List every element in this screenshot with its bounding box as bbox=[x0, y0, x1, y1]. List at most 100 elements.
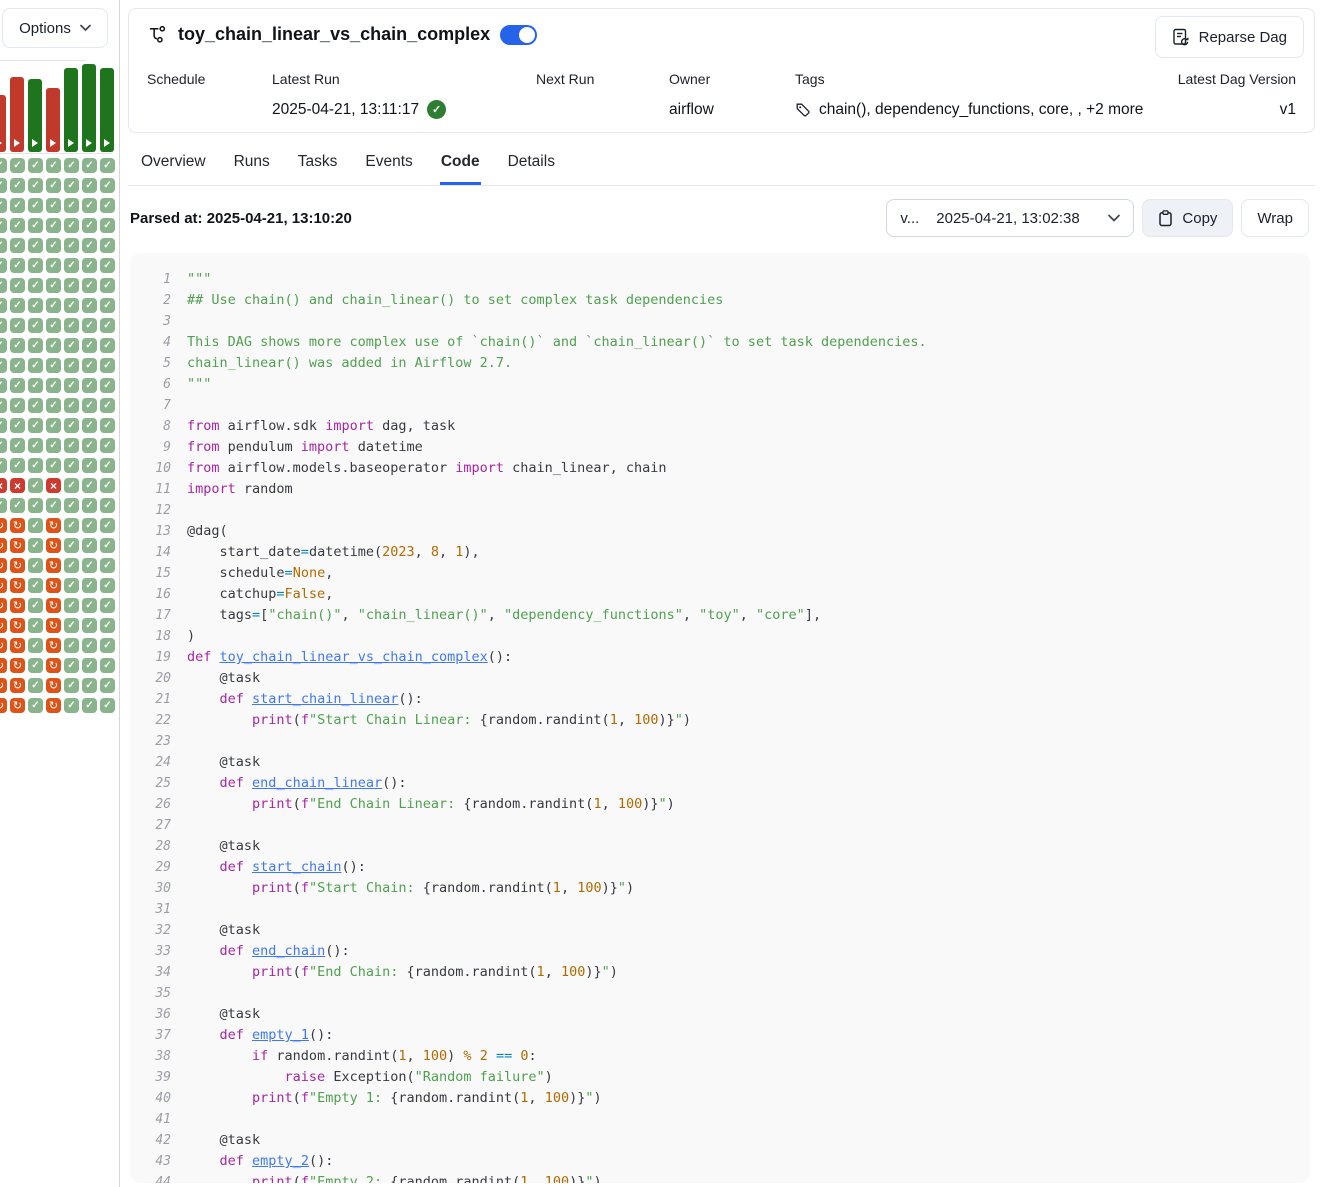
success-task-icon[interactable]: ✓ bbox=[28, 438, 43, 453]
success-task-icon[interactable]: ✓ bbox=[46, 398, 61, 413]
retry-task-icon[interactable]: ↻ bbox=[46, 578, 61, 593]
retry-task-icon[interactable]: ↻ bbox=[46, 558, 61, 573]
success-task-icon[interactable]: ✓ bbox=[0, 458, 7, 473]
success-task-icon[interactable]: ✓ bbox=[64, 338, 79, 353]
success-task-icon[interactable]: ✓ bbox=[46, 198, 61, 213]
success-task-icon[interactable]: ✓ bbox=[28, 298, 43, 313]
success-task-icon[interactable]: ✓ bbox=[82, 598, 97, 613]
success-task-icon[interactable]: ✓ bbox=[46, 178, 61, 193]
dag-version-select[interactable]: v... 2025-04-21, 13:02:38 bbox=[886, 199, 1134, 237]
success-task-icon[interactable]: ✓ bbox=[100, 178, 115, 193]
retry-task-icon[interactable]: ↻ bbox=[10, 618, 25, 633]
success-task-icon[interactable]: ✓ bbox=[28, 598, 43, 613]
success-task-icon[interactable]: ✓ bbox=[82, 498, 97, 513]
dag-run-bar[interactable] bbox=[0, 95, 6, 152]
dag-run-bar[interactable] bbox=[28, 79, 42, 152]
success-task-icon[interactable]: ✓ bbox=[0, 298, 7, 313]
success-task-icon[interactable]: ✓ bbox=[46, 318, 61, 333]
success-task-icon[interactable]: ✓ bbox=[46, 498, 61, 513]
success-task-icon[interactable]: ✓ bbox=[10, 378, 25, 393]
success-task-icon[interactable]: ✓ bbox=[10, 198, 25, 213]
success-task-icon[interactable]: ✓ bbox=[0, 498, 7, 513]
success-task-icon[interactable]: ✓ bbox=[28, 458, 43, 473]
dag-run-bar[interactable] bbox=[64, 68, 78, 152]
success-task-icon[interactable]: ✓ bbox=[46, 298, 61, 313]
success-task-icon[interactable]: ✓ bbox=[64, 438, 79, 453]
success-task-icon[interactable]: ✓ bbox=[64, 618, 79, 633]
success-task-icon[interactable]: ✓ bbox=[82, 298, 97, 313]
success-task-icon[interactable]: ✓ bbox=[10, 318, 25, 333]
success-task-icon[interactable]: ✓ bbox=[100, 198, 115, 213]
success-task-icon[interactable]: ✓ bbox=[0, 358, 7, 373]
success-task-icon[interactable]: ✓ bbox=[64, 638, 79, 653]
success-task-icon[interactable]: ✓ bbox=[82, 638, 97, 653]
success-task-icon[interactable]: ✓ bbox=[82, 238, 97, 253]
success-task-icon[interactable]: ✓ bbox=[100, 518, 115, 533]
dag-enabled-toggle[interactable] bbox=[500, 25, 537, 45]
success-task-icon[interactable]: ✓ bbox=[28, 638, 43, 653]
success-task-icon[interactable]: ✓ bbox=[100, 678, 115, 693]
success-task-icon[interactable]: ✓ bbox=[100, 458, 115, 473]
success-task-icon[interactable]: ✓ bbox=[46, 218, 61, 233]
dag-run-bar[interactable] bbox=[82, 64, 96, 152]
success-task-icon[interactable]: ✓ bbox=[28, 398, 43, 413]
success-task-icon[interactable]: ✓ bbox=[82, 458, 97, 473]
success-task-icon[interactable]: ✓ bbox=[28, 518, 43, 533]
tab-code[interactable]: Code bbox=[440, 146, 481, 185]
success-task-icon[interactable]: ✓ bbox=[28, 338, 43, 353]
success-task-icon[interactable]: ✓ bbox=[28, 158, 43, 173]
retry-task-icon[interactable]: ↻ bbox=[0, 538, 7, 553]
success-task-icon[interactable]: ✓ bbox=[64, 358, 79, 373]
success-task-icon[interactable]: ✓ bbox=[100, 278, 115, 293]
success-task-icon[interactable]: ✓ bbox=[82, 338, 97, 353]
success-task-icon[interactable]: ✓ bbox=[100, 298, 115, 313]
success-task-icon[interactable]: ✓ bbox=[100, 618, 115, 633]
success-task-icon[interactable]: ✓ bbox=[100, 578, 115, 593]
success-task-icon[interactable]: ✓ bbox=[64, 518, 79, 533]
success-task-icon[interactable]: ✓ bbox=[0, 398, 7, 413]
retry-task-icon[interactable]: ↻ bbox=[10, 598, 25, 613]
success-task-icon[interactable]: ✓ bbox=[64, 238, 79, 253]
success-task-icon[interactable]: ✓ bbox=[82, 418, 97, 433]
success-task-icon[interactable]: ✓ bbox=[10, 238, 25, 253]
success-task-icon[interactable]: ✓ bbox=[10, 458, 25, 473]
success-task-icon[interactable]: ✓ bbox=[82, 158, 97, 173]
success-task-icon[interactable]: ✓ bbox=[28, 198, 43, 213]
retry-task-icon[interactable]: ↻ bbox=[0, 678, 7, 693]
success-task-icon[interactable]: ✓ bbox=[28, 658, 43, 673]
success-task-icon[interactable]: ✓ bbox=[10, 498, 25, 513]
success-task-icon[interactable]: ✓ bbox=[82, 678, 97, 693]
success-task-icon[interactable]: ✓ bbox=[82, 358, 97, 373]
success-task-icon[interactable]: ✓ bbox=[10, 178, 25, 193]
retry-task-icon[interactable]: ↻ bbox=[10, 638, 25, 653]
success-task-icon[interactable]: ✓ bbox=[10, 358, 25, 373]
tab-tasks[interactable]: Tasks bbox=[297, 146, 339, 185]
retry-task-icon[interactable]: ↻ bbox=[10, 698, 25, 713]
success-task-icon[interactable]: ✓ bbox=[100, 558, 115, 573]
retry-task-icon[interactable]: ↻ bbox=[0, 558, 7, 573]
success-task-icon[interactable]: ✓ bbox=[82, 258, 97, 273]
retry-task-icon[interactable]: ↻ bbox=[46, 638, 61, 653]
success-task-icon[interactable]: ✓ bbox=[64, 318, 79, 333]
success-task-icon[interactable]: ✓ bbox=[0, 438, 7, 453]
success-task-icon[interactable]: ✓ bbox=[28, 278, 43, 293]
success-task-icon[interactable]: ✓ bbox=[28, 578, 43, 593]
success-task-icon[interactable]: ✓ bbox=[28, 418, 43, 433]
success-task-icon[interactable]: ✓ bbox=[28, 378, 43, 393]
success-task-icon[interactable]: ✓ bbox=[82, 478, 97, 493]
success-task-icon[interactable]: ✓ bbox=[46, 378, 61, 393]
success-task-icon[interactable]: ✓ bbox=[82, 518, 97, 533]
success-task-icon[interactable]: ✓ bbox=[0, 318, 7, 333]
success-task-icon[interactable]: ✓ bbox=[82, 698, 97, 713]
success-task-icon[interactable]: ✓ bbox=[82, 538, 97, 553]
success-task-icon[interactable]: ✓ bbox=[100, 358, 115, 373]
success-task-icon[interactable]: ✓ bbox=[82, 278, 97, 293]
dag-run-bar[interactable] bbox=[10, 77, 24, 152]
success-task-icon[interactable]: ✓ bbox=[64, 298, 79, 313]
success-task-icon[interactable]: ✓ bbox=[0, 278, 7, 293]
success-task-icon[interactable]: ✓ bbox=[10, 218, 25, 233]
success-task-icon[interactable]: ✓ bbox=[46, 438, 61, 453]
success-task-icon[interactable]: ✓ bbox=[10, 338, 25, 353]
success-task-icon[interactable]: ✓ bbox=[10, 418, 25, 433]
retry-task-icon[interactable]: ↻ bbox=[0, 618, 7, 633]
